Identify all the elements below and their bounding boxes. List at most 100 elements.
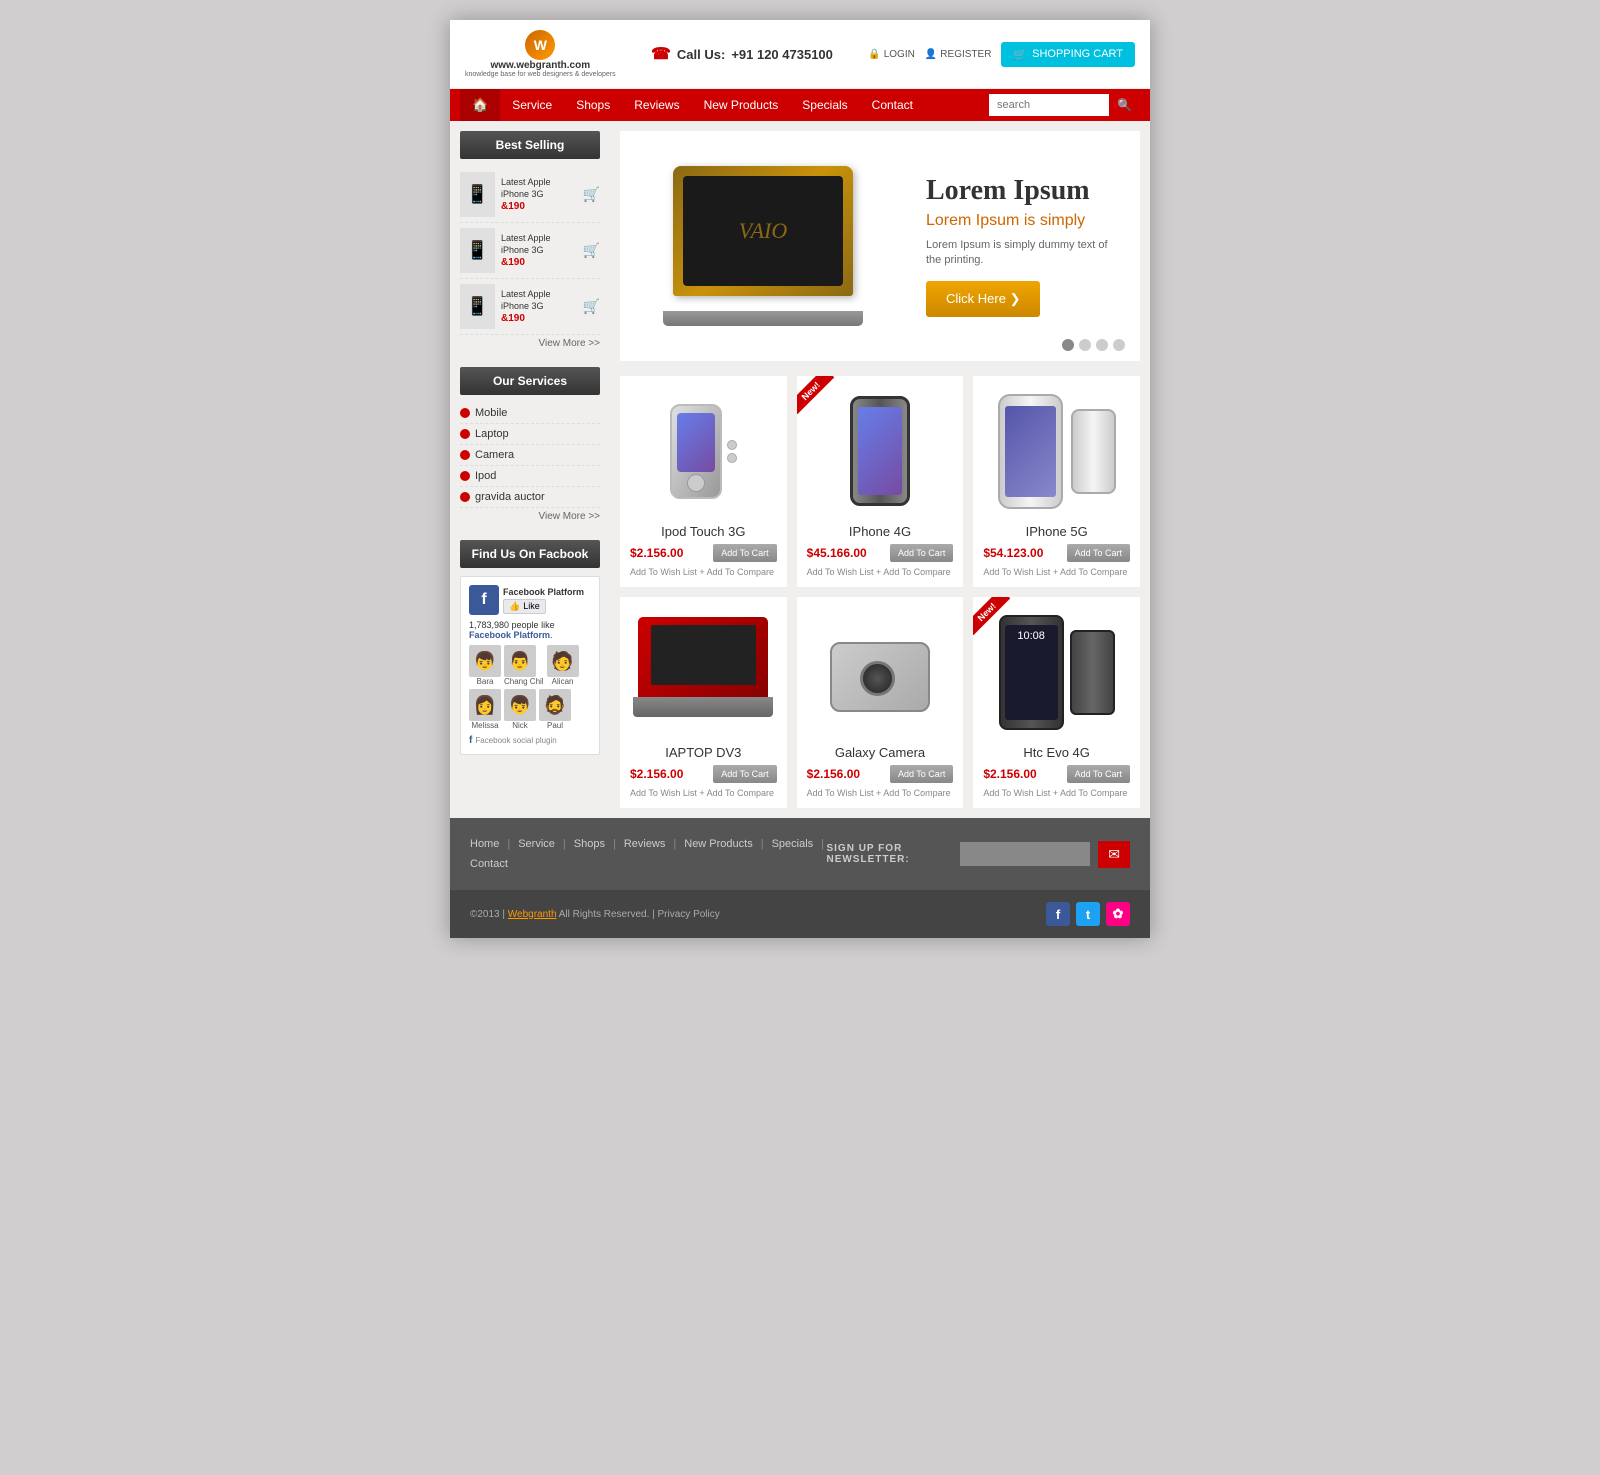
nav-home-button[interactable]: 🏠 — [460, 89, 500, 121]
newsletter-submit-button[interactable]: ✉ — [1098, 841, 1130, 868]
product-name: Htc Evo 4G — [983, 745, 1130, 760]
add-to-cart-button[interactable]: Add To Cart — [713, 765, 776, 783]
register-link[interactable]: 👤 REGISTER — [925, 49, 992, 60]
wishlist-link[interactable]: Add To Wish List — [983, 567, 1050, 577]
wishlist-link[interactable]: Add To Wish List — [983, 788, 1050, 798]
avatar: 🧔 — [539, 689, 571, 721]
user-icon: 👤 — [925, 49, 937, 60]
product-price: $2.156.00 — [630, 767, 683, 781]
footer-link-service[interactable]: Service — [518, 838, 555, 850]
bullet-icon — [460, 492, 470, 502]
nav-item-reviews[interactable]: Reviews — [622, 90, 691, 120]
webgranth-link[interactable]: Webgranth — [508, 909, 557, 920]
bullet-icon — [460, 471, 470, 481]
login-link[interactable]: 🔒 LOGIN — [868, 49, 915, 60]
find-facebook-title: Find Us On Facbook — [460, 540, 600, 568]
nav-search-form: 🔍 — [989, 94, 1140, 116]
add-to-cart-button[interactable]: Add To Cart — [1067, 765, 1130, 783]
list-item[interactable]: Camera — [460, 445, 600, 466]
add-to-cart-button[interactable]: Add To Cart — [890, 544, 953, 562]
phone-icon: ☎ — [651, 44, 671, 64]
header-contact: ☎ Call Us: +91 120 4735100 — [651, 44, 833, 64]
add-to-cart-button[interactable]: Add To Cart — [1067, 544, 1130, 562]
facebook-count-text: 1,783,980 people like Facebook Platform. — [469, 620, 591, 640]
slider-cta-button[interactable]: Click Here ❯ — [926, 281, 1040, 317]
laptop-illustration: VAIO — [663, 166, 863, 326]
site-container: W www.webgranth.com knowledge base for w… — [450, 20, 1150, 938]
facebook-profile-area: f Facebook Platform 👍 Like — [469, 585, 591, 615]
product-name: IPhone 4G — [807, 524, 954, 539]
newsletter-input[interactable] — [960, 842, 1090, 866]
list-item[interactable]: Laptop — [460, 424, 600, 445]
list-item[interactable]: Mobile — [460, 403, 600, 424]
product-info: Latest Apple iPhone 3G &190 — [501, 233, 577, 267]
slider-dots — [1062, 339, 1125, 351]
mini-cart-icon[interactable]: 🛒 — [583, 242, 600, 259]
slider-dot-4[interactable] — [1113, 339, 1125, 351]
footer-link-reviews[interactable]: Reviews — [624, 838, 666, 850]
compare-link[interactable]: + Add To Compare — [1053, 788, 1128, 798]
footer-link-specials[interactable]: Specials — [772, 838, 814, 850]
facebook-social-plugin-label: f Facebook social plugin — [469, 735, 591, 746]
iphone5-main — [998, 394, 1063, 509]
wishlist-link[interactable]: Add To Wish List — [630, 567, 697, 577]
nav-item-service[interactable]: Service — [500, 90, 564, 120]
services-section: Our Services Mobile Laptop Camera Ipod g… — [460, 367, 600, 525]
nav-item-specials[interactable]: Specials — [790, 90, 859, 120]
list-item[interactable]: Ipod — [460, 466, 600, 487]
cart-icon: 🛒 — [1013, 48, 1027, 61]
product-card-camera: Galaxy Camera $2.156.00 Add To Cart Add … — [797, 597, 964, 808]
laptop-base — [663, 311, 863, 326]
laptop-base — [633, 697, 773, 717]
nav-item-contact[interactable]: Contact — [860, 90, 925, 120]
cart-button[interactable]: 🛒 SHOPPING CART — [1001, 42, 1135, 67]
camera-illustration — [820, 622, 940, 722]
footer-link-home[interactable]: Home — [470, 838, 499, 850]
avatar: 👨 — [504, 645, 536, 677]
ipod-device — [670, 404, 722, 499]
wishlist-link[interactable]: Add To Wish List — [630, 788, 697, 798]
add-to-cart-button[interactable]: Add To Cart — [890, 765, 953, 783]
header: W www.webgranth.com knowledge base for w… — [450, 20, 1150, 89]
wishlist-link[interactable]: Add To Wish List — [807, 788, 874, 798]
footer-link-new-products[interactable]: New Products — [684, 838, 752, 850]
product-thumbnail: 📱 — [460, 284, 495, 329]
view-more-link[interactable]: View More >> — [460, 335, 600, 352]
search-button[interactable]: 🔍 — [1109, 94, 1140, 116]
add-to-cart-button[interactable]: Add To Cart — [713, 544, 776, 562]
wishlist-link[interactable]: Add To Wish List — [807, 567, 874, 577]
product-info: Latest Apple iPhone 3G &190 — [501, 177, 577, 211]
iphone5-illustration — [998, 394, 1116, 509]
facebook-like-button[interactable]: 👍 Like — [503, 599, 546, 614]
nav-item-shops[interactable]: Shops — [564, 90, 622, 120]
twitter-social-icon[interactable]: t — [1076, 902, 1100, 926]
compare-link[interactable]: + Add To Compare — [1053, 567, 1128, 577]
services-title: Our Services — [460, 367, 600, 395]
footer-newsletter: SIGN UP FOR NEWSLETTER: ✉ — [826, 841, 1130, 868]
flickr-social-icon[interactable]: ✿ — [1106, 902, 1130, 926]
footer-link-contact[interactable]: Contact — [470, 858, 508, 870]
call-us-label: Call Us: — [677, 47, 725, 62]
footer-link-shops[interactable]: Shops — [574, 838, 605, 850]
product-price-row: $2.156.00 Add To Cart — [983, 765, 1130, 783]
best-selling-title: Best Selling — [460, 131, 600, 159]
list-item: 📱 Latest Apple iPhone 3G &190 🛒 — [460, 167, 600, 223]
nav-item-new-products[interactable]: New Products — [692, 90, 791, 120]
slider-dot-2[interactable] — [1079, 339, 1091, 351]
compare-link[interactable]: + Add To Compare — [876, 788, 951, 798]
product-card-iphone4: IPhone 4G $45.166.00 Add To Cart Add To … — [797, 376, 964, 587]
compare-link[interactable]: + Add To Compare — [699, 567, 774, 577]
compare-link[interactable]: + Add To Compare — [876, 567, 951, 577]
mini-cart-icon[interactable]: 🛒 — [583, 298, 600, 315]
compare-link[interactable]: + Add To Compare — [699, 788, 774, 798]
search-input[interactable] — [989, 94, 1109, 116]
facebook-social-icon[interactable]: f — [1046, 902, 1070, 926]
slider-dot-1[interactable] — [1062, 339, 1074, 351]
product-info: Latest Apple iPhone 3G &190 — [501, 289, 577, 323]
services-view-more-link[interactable]: View More >> — [460, 508, 600, 525]
mini-cart-icon[interactable]: 🛒 — [583, 186, 600, 203]
social-icons: f t ✿ — [1046, 902, 1130, 926]
slider-dot-3[interactable] — [1096, 339, 1108, 351]
product-links: Add To Wish List + Add To Compare — [630, 788, 777, 798]
list-item[interactable]: gravida auctor — [460, 487, 600, 508]
